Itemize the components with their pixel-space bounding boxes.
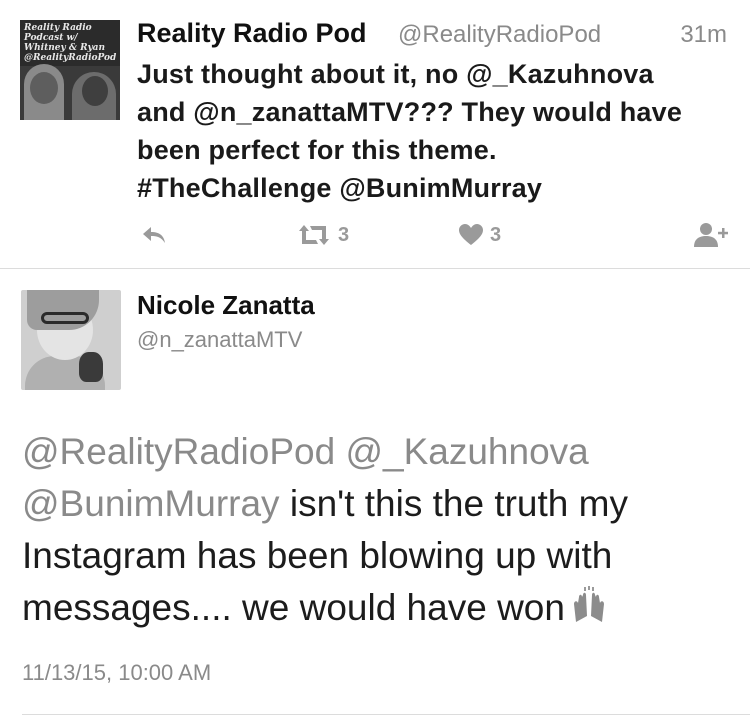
follow-button[interactable] — [693, 220, 729, 250]
tweet-text-line: @RealityRadioPod @_Kazuhnova — [22, 426, 742, 478]
raised-hands-icon — [569, 586, 609, 638]
tweet-text-line: #TheChallenge @BunimMurray — [137, 173, 543, 203]
avatar[interactable]: Reality Radio Podcast w/ Whitney & Ryan … — [20, 20, 120, 120]
tweet-text-fragment: isn't this the truth my — [279, 483, 628, 524]
tweet-text-line: Instagram has been blowing up with — [22, 535, 613, 576]
tweet-text: Just thought about it, no @_Kazuhnova an… — [137, 55, 737, 207]
like-button[interactable]: 3 — [458, 220, 501, 250]
tweet-date: 11/13/15, 10:00 AM — [22, 660, 212, 685]
tweet-text-line: been perfect for this theme. — [137, 135, 497, 165]
author-name[interactable]: Reality Radio Pod — [137, 18, 367, 49]
mention-link[interactable]: @BunimMurray — [22, 483, 280, 524]
divider — [22, 714, 750, 715]
author-handle[interactable]: @RealityRadioPod — [398, 21, 601, 49]
retweet-icon — [296, 223, 332, 247]
retweet-button[interactable]: 3 — [296, 220, 349, 250]
tweet-text-line: @BunimMurray isn't this the truth my — [22, 478, 742, 530]
author-name[interactable]: Nicole Zanatta — [137, 290, 315, 321]
tweet-text-line: Just thought about it, no @_Kazuhnova — [137, 59, 654, 89]
tweet-text-line: messages.... we would have won — [22, 582, 742, 638]
avatar[interactable] — [21, 290, 121, 390]
tweet-text: @RealityRadioPod @_Kazuhnova @BunimMurra… — [22, 426, 742, 638]
heart-icon — [458, 223, 484, 247]
retweet-count: 3 — [338, 223, 350, 246]
mention-link[interactable]: @_Kazuhnova — [345, 431, 588, 472]
like-count: 3 — [490, 223, 502, 246]
tweet-text-fragment: messages.... we would have won — [22, 587, 565, 628]
tweet-text-line: and @n_zanattaMTV??? They would have — [137, 97, 683, 127]
author-handle[interactable]: @n_zanattaMTV — [137, 327, 302, 353]
divider — [0, 268, 750, 269]
avatar-banner-text: Reality Radio Podcast w/ Whitney & Ryan … — [20, 20, 120, 66]
reply-icon — [141, 224, 167, 246]
tweet-timestamp: 31m — [680, 21, 727, 48]
mention-link[interactable]: @RealityRadioPod — [22, 431, 335, 472]
reply-button[interactable] — [141, 220, 167, 250]
add-user-icon — [693, 222, 729, 248]
